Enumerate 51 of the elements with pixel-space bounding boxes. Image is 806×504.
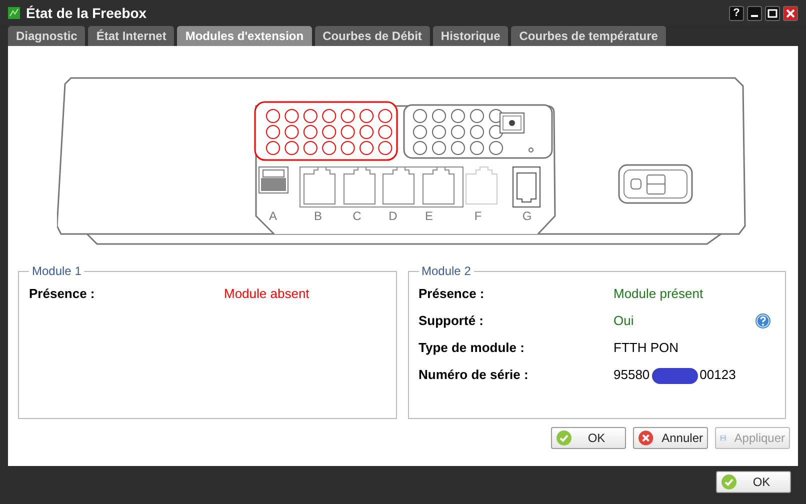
usb-port-drawing [258,166,288,194]
port-label: F [474,209,482,223]
help-button[interactable]: ? [729,6,744,20]
minimize-button[interactable] [747,6,762,20]
ethernet-port-drawing [422,166,454,204]
ethernet-port-drawing [344,166,376,204]
phone-port-drawing [512,166,540,208]
ok-button[interactable]: OK [716,471,791,493]
maximize-button[interactable] [765,6,780,20]
ethernet-port-drawing [382,166,414,204]
tab[interactable]: Courbes de Débit [314,26,430,46]
port-label: E [425,209,433,223]
minimize-icon [751,14,758,16]
field-value: Oui [614,313,635,328]
ethernet-port-drawing [466,166,498,204]
close-icon [785,8,796,18]
field-value: FTTH PON [614,340,680,355]
field-label: Présence : [29,286,96,301]
tab[interactable]: État Internet [88,26,174,46]
redaction-mark [652,368,698,384]
port-label: A [269,209,277,223]
check-icon [556,430,572,446]
ok-button[interactable]: OK [551,427,626,449]
field-label: Supporté : [418,313,484,328]
tab[interactable]: Courbes de température [511,26,666,46]
check-icon [721,474,737,490]
port-label: D [388,209,398,223]
field-value: Module absent [224,286,310,301]
port-label: G [522,209,532,223]
cancel-button[interactable]: Annuler [633,427,708,449]
window-title: État de la Freebox [26,5,148,21]
help-icon[interactable] [755,313,771,329]
field-label: Présence : [418,286,486,301]
ethernet-port-drawing [304,166,336,204]
group-title: Module 2 [420,264,472,278]
tab[interactable]: Historique [432,26,508,46]
field-value: Module présent [614,286,704,301]
field-label: Type de module : [418,340,526,355]
field-label: Numéro de série : [418,367,530,382]
indicator-icon [528,148,534,152]
tab[interactable]: Diagnostic [8,26,86,46]
tab[interactable]: Modules d'extension [177,26,312,46]
fiber-port-drawing [500,112,524,134]
port-label: B [314,209,322,223]
port-label: C [352,209,362,223]
app-icon [8,7,20,19]
group-title: Module 1 [31,264,82,278]
maximize-icon [767,8,778,18]
field-value: 95580 00123 [614,367,737,384]
close-button[interactable] [783,6,798,20]
cancel-icon [638,430,654,446]
